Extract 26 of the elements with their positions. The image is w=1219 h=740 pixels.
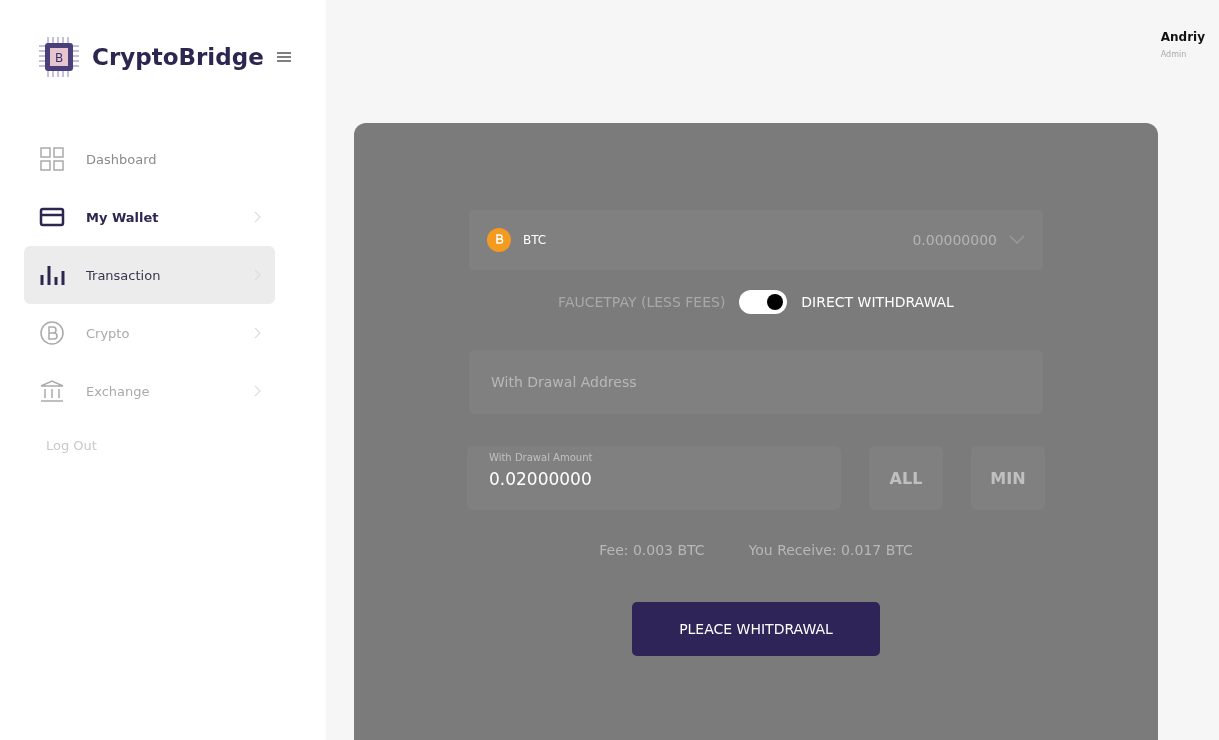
brand-name: CryptoBridge bbox=[92, 44, 264, 70]
chevron-right-icon bbox=[253, 327, 261, 339]
bitcoin-icon bbox=[487, 228, 511, 252]
sidebar-item[interactable]: Dashboard bbox=[24, 130, 275, 188]
bitcoin-icon bbox=[38, 319, 66, 347]
toggle-label: DIRECT WITHDRAWAL bbox=[801, 294, 954, 310]
chevron-down-icon bbox=[1009, 235, 1025, 245]
grid-icon bbox=[38, 145, 66, 173]
sidebar-item[interactable]: Crypto bbox=[24, 304, 275, 362]
bank-icon bbox=[38, 377, 66, 405]
fee-text: Fee: 0.003 BTC bbox=[599, 542, 705, 558]
chevron-right-icon bbox=[253, 211, 261, 223]
amount-button[interactable]: MIN bbox=[971, 446, 1045, 510]
sidebar-item[interactable]: Exchange bbox=[24, 362, 275, 420]
user-name: Andriy bbox=[1160, 30, 1205, 44]
withdrawal-toggle[interactable] bbox=[739, 290, 788, 314]
amount-button[interactable]: ALL bbox=[869, 446, 943, 510]
chevron-right-icon bbox=[253, 385, 261, 397]
withdraw-button[interactable]: PLEACE WHITDRAWAL bbox=[632, 602, 880, 656]
address-field[interactable]: With Drawal Address bbox=[469, 350, 1043, 414]
user-role: Admin bbox=[1160, 50, 1187, 59]
amount-field[interactable]: With Drawal Amount 0.02000000 bbox=[467, 446, 841, 510]
sidebar-item[interactable]: My Wallet bbox=[24, 188, 275, 246]
receive-text: You Receive: 0.017 BTC bbox=[748, 542, 913, 558]
menu-icon[interactable] bbox=[275, 51, 292, 63]
sidebar-item[interactable]: Transaction bbox=[24, 246, 275, 304]
